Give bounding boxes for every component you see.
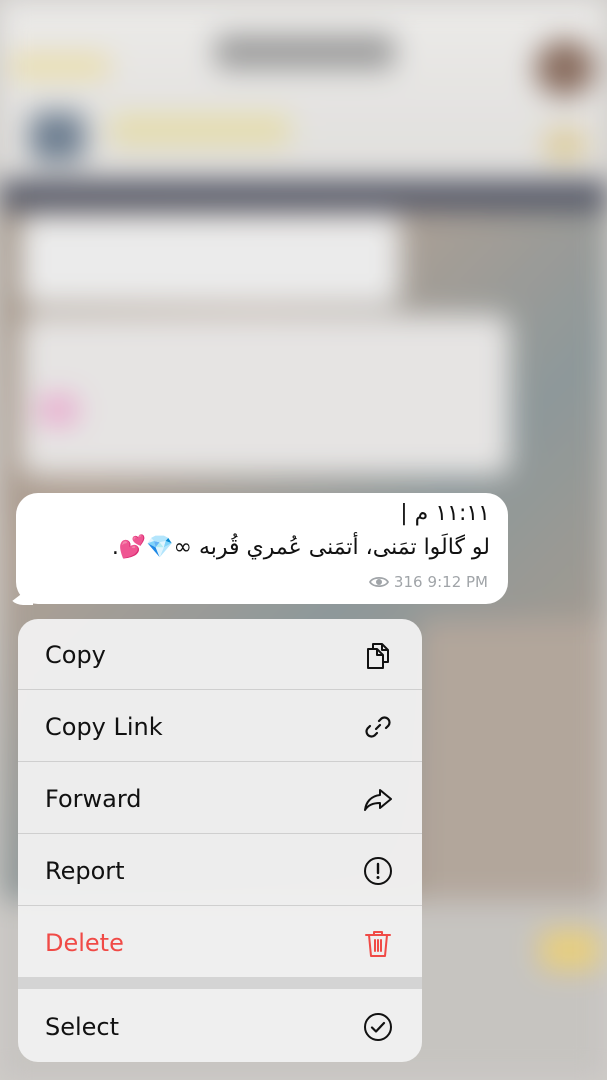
copy-icon (362, 639, 394, 671)
trash-icon (362, 927, 394, 959)
screen: ١١:١١ م | لو گالَوا تمَنى، أتمَنى عُمري … (0, 0, 607, 1080)
menu-item-delete[interactable]: Delete (18, 907, 422, 978)
menu-section-divider (18, 977, 422, 989)
menu-item-select[interactable]: Select (18, 991, 422, 1062)
checkmark-circle-icon (362, 1011, 394, 1043)
report-icon (362, 855, 394, 887)
eye-icon (368, 575, 389, 589)
message-bubble: ١١:١١ م | لو گالَوا تمَنى، أتمَنى عُمري … (16, 493, 508, 604)
menu-item-label: Report (45, 856, 125, 885)
message-time: 9:12 PM (427, 573, 488, 591)
menu-item-label: Copy (45, 640, 106, 669)
link-icon (362, 711, 394, 743)
menu-item-copy[interactable]: Copy (18, 619, 422, 690)
menu-item-label: Copy Link (45, 712, 163, 741)
menu-item-copy-link[interactable]: Copy Link (18, 691, 422, 762)
message-header-text: ١١:١١ م | (400, 501, 490, 526)
menu-item-label: Forward (45, 784, 142, 813)
menu-item-forward[interactable]: Forward (18, 763, 422, 834)
context-menu: Copy Copy Link Forward Report Delete Sel… (18, 619, 422, 1062)
menu-item-report[interactable]: Report (18, 835, 422, 906)
view-count: 316 (393, 573, 423, 591)
menu-item-label: Select (45, 1012, 120, 1041)
forward-icon (362, 783, 394, 815)
message-meta: 316 9:12 PM (368, 573, 488, 591)
message-body-text: لو گالَوا تمَنى، أتمَنى عُمري قُربه ∞💎💕. (111, 535, 490, 560)
menu-item-label: Delete (45, 928, 124, 957)
